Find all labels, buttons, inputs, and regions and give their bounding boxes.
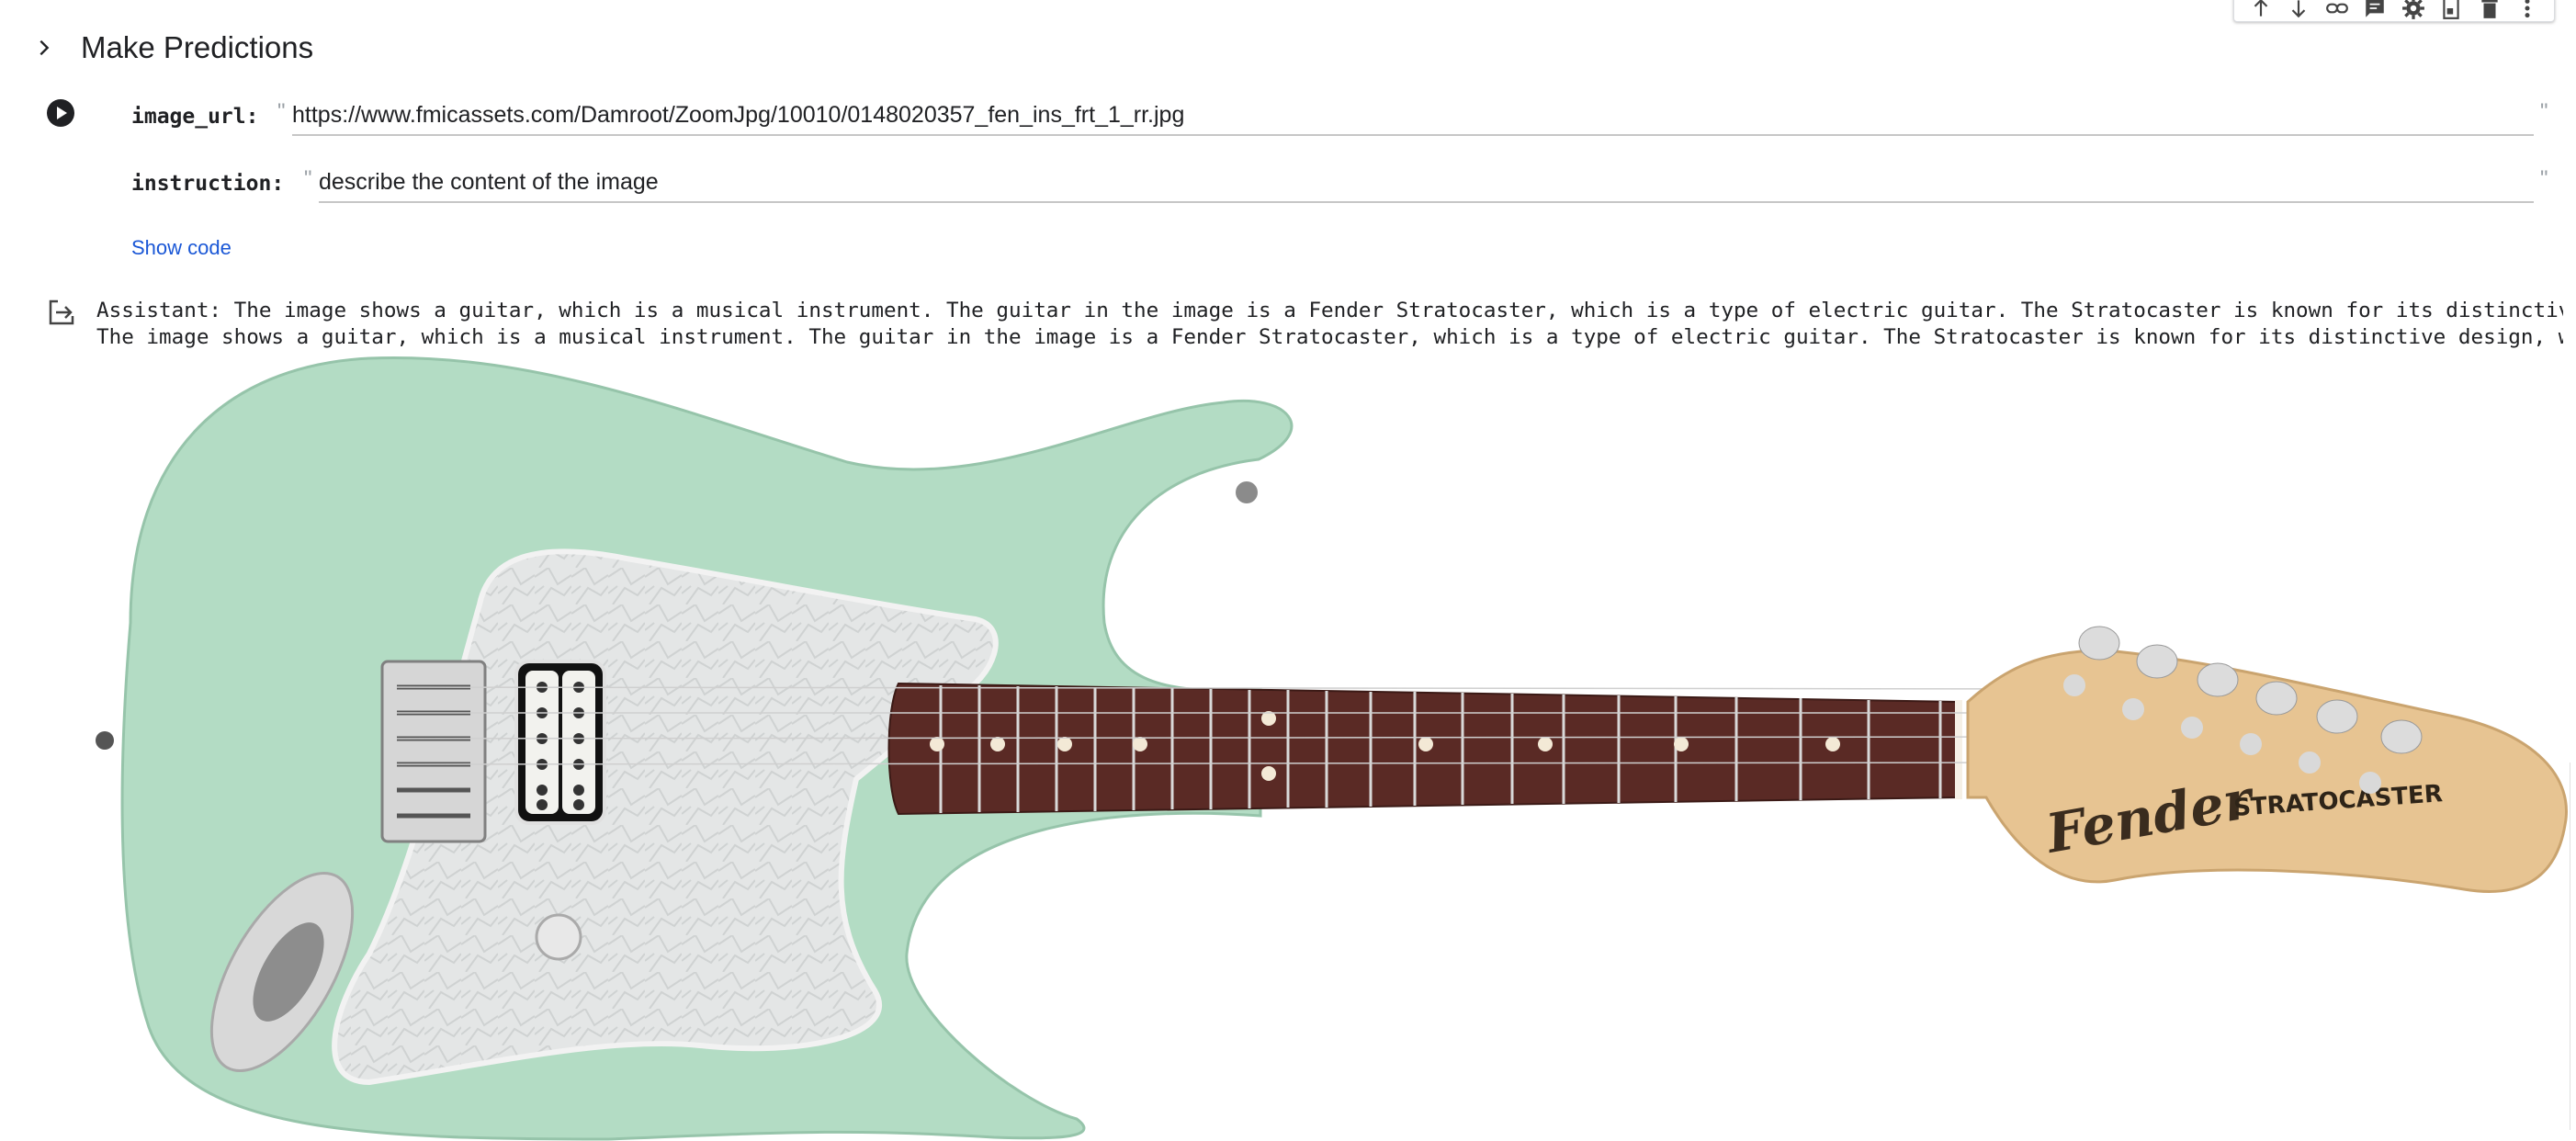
output-text-line: Assistant: The image shows a guitar, whi… — [96, 299, 2563, 322]
mirror-cell-button[interactable] — [2437, 0, 2465, 20]
copy-link-button[interactable] — [2323, 0, 2351, 20]
close-quote-mark: " — [2540, 166, 2548, 191]
delete-cell-button[interactable] — [2476, 0, 2503, 20]
move-cell-up-button[interactable] — [2247, 0, 2275, 20]
strap-button — [1236, 481, 1258, 503]
move-cell-down-button[interactable] — [2285, 0, 2312, 20]
image-url-input[interactable] — [292, 99, 2534, 136]
output-actions-button[interactable] — [47, 298, 76, 327]
instruction-input[interactable] — [319, 166, 2534, 203]
show-code-link[interactable]: Show code — [131, 236, 232, 260]
comment-icon — [2366, 0, 2384, 17]
open-quote-mark: " — [304, 166, 312, 191]
open-quote-mark: " — [277, 99, 286, 124]
run-cell-button[interactable] — [45, 97, 76, 129]
chevron-right-icon — [40, 40, 50, 56]
image-url-label: image_url: — [131, 105, 259, 129]
section-title: Make Predictions — [81, 30, 314, 64]
delete-icon — [2481, 0, 2498, 18]
more-vert-icon — [2525, 0, 2530, 18]
play-icon — [47, 99, 74, 127]
close-quote-mark: " — [2540, 99, 2548, 124]
arrow-up-icon — [2254, 0, 2268, 17]
guitar-image: Fender STRATOCASTER — [96, 356, 2568, 1141]
strap-button — [96, 731, 114, 750]
arrow-down-icon — [2291, 0, 2306, 18]
output-text-line: The image shows a guitar, which is a mus… — [96, 325, 2563, 349]
link-icon — [2325, 3, 2348, 14]
output-redirect-icon — [49, 299, 74, 325]
instruction-label: instruction: — [131, 172, 285, 196]
volume-knob — [535, 913, 582, 961]
expand-section-button[interactable] — [31, 35, 57, 61]
settings-button[interactable] — [2400, 0, 2427, 20]
more-actions-button[interactable] — [2514, 0, 2541, 20]
mirror-cell-icon — [2443, 0, 2459, 19]
cell-toolbar — [2233, 0, 2555, 22]
section-header: Make Predictions — [31, 22, 313, 73]
gear-icon — [2401, 0, 2424, 19]
add-comment-button[interactable] — [2361, 0, 2389, 20]
